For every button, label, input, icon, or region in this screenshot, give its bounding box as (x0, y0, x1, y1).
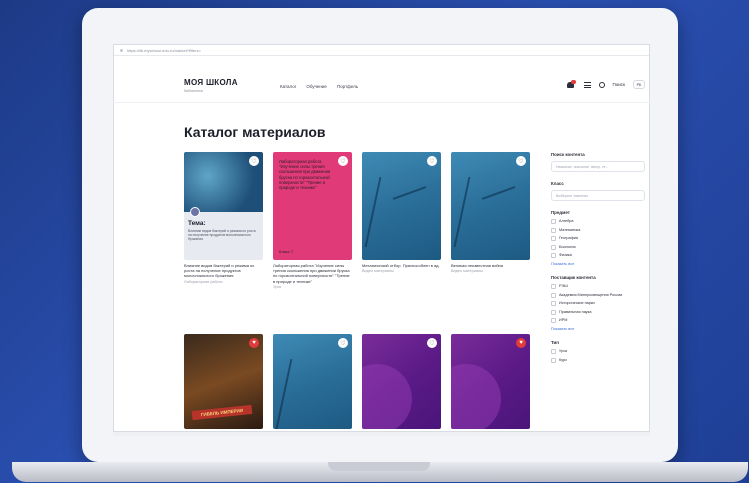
checkbox[interactable] (551, 348, 556, 354)
catalog-card[interactable]: ♡ (362, 334, 441, 429)
catalog-card[interactable]: ГИБЕЛЬ ИМПЕРИИ ♥ (184, 334, 263, 429)
checkbox[interactable] (551, 283, 556, 289)
filter-heading-class: Класс (551, 181, 564, 186)
checkbox[interactable] (551, 357, 556, 363)
show-all-subjects-link[interactable]: Показать все (551, 262, 648, 266)
favorite-icon[interactable]: ♡ (338, 156, 348, 166)
search-icon[interactable] (598, 81, 605, 88)
filters-sidebar: Поиск контента Название, описание, автор… (551, 152, 648, 366)
card-cover: ГИБЕЛЬ ИМПЕРИИ ♥ (184, 334, 263, 429)
filter-option[interactable]: ИРМ (551, 318, 648, 324)
checkbox[interactable] (551, 253, 556, 259)
card-type: Лабораторная работа (184, 279, 223, 284)
catalog-card[interactable]: ♡ (273, 334, 352, 429)
filter-option[interactable]: Физика (551, 253, 648, 259)
card-title: Механический отбор. Приспособлен в ад. (362, 263, 440, 268)
filter-option[interactable]: Правильная наука (551, 309, 648, 315)
card-cover: ♥ (451, 334, 530, 429)
card-type: Урок (273, 284, 282, 289)
favorite-icon[interactable]: ♡ (427, 156, 437, 166)
checkbox[interactable] (551, 236, 556, 242)
favorite-icon[interactable]: ♡ (338, 338, 348, 348)
filter-heading-type: Тип (551, 339, 559, 345)
catalog-card[interactable]: Тема: Влияние видов бактерий и режима их… (184, 152, 263, 284)
main-nav: Каталог Обучение Портфель (280, 84, 358, 89)
cover-grade: Класс 7 (279, 249, 294, 254)
logo[interactable]: МОЯ ШКОЛА (184, 78, 238, 87)
card-title: Великая неизвестная война (451, 263, 503, 268)
favorite-icon[interactable]: ♡ (516, 156, 526, 166)
nav-portfolio[interactable]: Портфель (337, 84, 358, 89)
laptop-notch (328, 462, 430, 471)
search-label[interactable]: Поиск (613, 82, 625, 87)
filter-option[interactable]: Урок (551, 348, 648, 354)
filter-option[interactable]: Математика (551, 227, 648, 233)
card-title: Лабораторная работа "Изучение силы трени… (273, 263, 350, 284)
filter-option[interactable]: Академия Минпросвещения России (551, 292, 648, 298)
catalog-card[interactable]: ♡ Механический отбор. Приспособлен в ад.… (362, 152, 441, 273)
menu-icon[interactable] (583, 81, 591, 88)
filter-option[interactable]: Биология (551, 244, 648, 250)
filter-option[interactable]: География (551, 236, 648, 242)
card-cover: Лабораторная работа "Изучение силы трени… (273, 152, 352, 260)
checkbox[interactable] (551, 318, 556, 324)
catalog-card[interactable]: Лабораторная работа "Изучение силы трени… (273, 152, 352, 289)
notifications-icon[interactable] (566, 80, 576, 88)
cover-theme: Тема: (188, 220, 206, 227)
cover-text: Лабораторная работа "Изучение силы трени… (279, 159, 331, 191)
logo-subtitle: библиотека (184, 89, 203, 93)
checkbox[interactable] (551, 227, 556, 233)
filter-option[interactable]: Алгебра (551, 219, 648, 224)
card-type: Видео материалы (362, 269, 394, 274)
header-divider (113, 102, 650, 103)
cover-text: ГИБЕЛЬ ИМПЕРИИ (191, 404, 253, 421)
catalog-card[interactable]: ♥ (451, 334, 530, 429)
card-cover: ♡ (451, 152, 530, 260)
card-title: Влияние видов бактерий и режима их роста… (184, 263, 255, 279)
favorite-icon[interactable]: ♥ (249, 338, 259, 348)
filter-heading-provider: Поставщик контента (551, 274, 596, 280)
show-all-providers-link[interactable]: Показать все (551, 327, 648, 331)
cover-theme-text: Влияние видов бактерий и режима их роста… (188, 229, 256, 242)
favorite-icon[interactable]: ♥ (516, 338, 526, 348)
class-select[interactable]: Выберите значение (551, 190, 645, 201)
checkbox[interactable] (551, 301, 556, 307)
filter-option[interactable]: Исторические парки (551, 301, 648, 307)
nav-learning[interactable]: Обучение (306, 84, 327, 89)
tag-icon (190, 207, 200, 217)
checkbox[interactable] (551, 292, 556, 298)
card-type: Видео материалы (451, 269, 483, 274)
content-search-input[interactable]: Название, описание, автор, те... (551, 161, 645, 172)
browser-url-bar[interactable]: https://lib.myschool.edu.ru/market?filte… (114, 45, 649, 56)
nav-catalog[interactable]: Каталог (280, 84, 296, 89)
card-cover: ♡ (362, 152, 441, 260)
filter-heading-subject: Предмет (551, 210, 570, 215)
page-title: Каталог материалов (184, 124, 326, 140)
region-button[interactable]: РБ (633, 80, 645, 89)
card-cover: ♡ (273, 334, 352, 429)
filter-heading-search: Поиск контента (551, 152, 585, 157)
checkbox[interactable] (551, 219, 556, 224)
lock-icon (120, 48, 123, 52)
checkbox[interactable] (551, 309, 556, 315)
filter-option[interactable]: РЭШ (551, 283, 648, 289)
screen-bottom-edge (113, 432, 650, 436)
url-text: https://lib.myschool.edu.ru/market?filte… (127, 47, 201, 53)
favorite-icon[interactable]: ♡ (249, 156, 259, 166)
header-actions: Поиск РБ (566, 80, 645, 89)
card-cover: Тема: Влияние видов бактерий и режима их… (184, 152, 263, 260)
favorite-icon[interactable]: ♡ (427, 338, 437, 348)
checkbox[interactable] (551, 244, 556, 250)
catalog-card[interactable]: ♡ Великая неизвестная война Видео матери… (451, 152, 530, 273)
filter-option[interactable]: Курс (551, 357, 648, 363)
card-cover: ♡ (362, 334, 441, 429)
